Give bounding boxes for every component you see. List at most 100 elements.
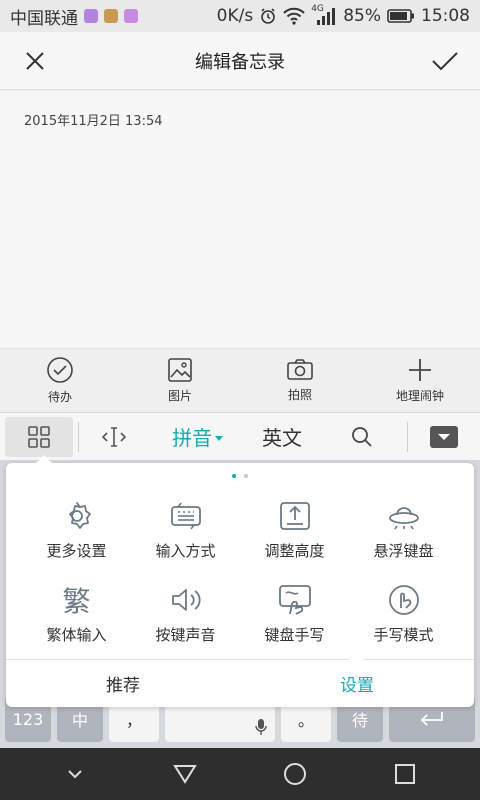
gear-icon (68, 501, 91, 529)
recents-square-icon (395, 764, 415, 784)
key-sound-label: 按键声音 (155, 625, 216, 644)
battery-percent: 85% (343, 6, 381, 26)
input-method-item[interactable]: 输入方式 (131, 493, 240, 565)
tab-recommended-label: 推荐 (106, 676, 140, 696)
memo-datetime: 2015年11月2日 13:54 (24, 114, 163, 129)
app-bar: 编辑备忘录 (0, 32, 480, 90)
battery-icon (387, 8, 415, 24)
search-icon (352, 426, 372, 447)
page-dot-active (232, 474, 236, 478)
camera-icon (287, 359, 313, 380)
tab-indicator (349, 652, 365, 660)
popup-tabs: 推荐 设置 (6, 652, 474, 707)
clock: 15:08 (421, 6, 470, 26)
adjust-height-label: 调整高度 (264, 541, 325, 560)
home-circle-icon (284, 763, 306, 785)
ime-toolbar: 拼音 英文 (0, 412, 480, 460)
notification-app-icon (104, 9, 118, 23)
english-label: 英文 (261, 426, 302, 450)
status-bar: 中国联通 0K/s 4G 85% 15:08 (0, 0, 480, 32)
close-button[interactable] (18, 44, 52, 78)
chinese-key-label: 中 (71, 711, 88, 730)
plus-icon (409, 359, 431, 381)
handwriting-mode-label: 手写模式 (373, 625, 434, 644)
enter-icon (420, 712, 443, 726)
page-title: 编辑备忘录 (195, 51, 285, 73)
microphone-icon (255, 719, 267, 735)
more-settings-label: 更多设置 (46, 541, 107, 560)
traditional-icon: 繁 (59, 582, 95, 618)
nav-recents-button[interactable] (385, 754, 425, 794)
height-adjust-icon (279, 501, 310, 530)
close-icon (26, 52, 44, 70)
ufo-icon (388, 506, 419, 529)
todo-button[interactable]: 待办 (0, 349, 120, 412)
adjust-height-item[interactable]: 调整高度 (240, 493, 349, 565)
ime-search-button[interactable] (317, 425, 407, 449)
traditional-input-label: 繁体输入 (46, 625, 107, 644)
handwriting-mode-item[interactable]: 手写模式 (349, 577, 458, 649)
wifi-icon (283, 7, 305, 25)
tab-settings[interactable]: 设置 (240, 652, 474, 707)
input-method-label: 输入方式 (155, 541, 216, 560)
image-label: 图片 (167, 389, 192, 403)
speaker-icon (171, 588, 201, 611)
keyboard-handwriting-item[interactable]: 键盘手写 (240, 577, 349, 649)
chevron-down-icon (68, 770, 82, 779)
dai-key-label: 待 (351, 711, 368, 730)
keyboard-handwriting-label: 键盘手写 (264, 625, 325, 644)
caret-down-icon (215, 435, 224, 441)
more-settings-item[interactable]: 更多设置 (22, 493, 131, 565)
cursor-icon (102, 426, 127, 447)
popup-caret (36, 455, 52, 463)
pinyin-mode-tab[interactable]: 拼音 (149, 422, 247, 451)
confirm-button[interactable] (428, 44, 462, 78)
alarm-icon (259, 7, 277, 25)
key-sound-item[interactable]: 按键声音 (131, 577, 240, 649)
period-key-label: 。 (297, 711, 314, 730)
floating-keyboard-label: 悬浮键盘 (373, 541, 434, 560)
network-speed: 0K/s (216, 6, 254, 26)
ime-menu-button[interactable] (5, 416, 74, 457)
memo-toolbar: 待办 图片 拍照 地理闹钟 (0, 348, 480, 412)
system-nav-bar (0, 748, 480, 800)
traditional-glyph: 繁 (62, 584, 91, 618)
camera-button[interactable]: 拍照 (240, 349, 360, 412)
back-triangle-icon (173, 765, 197, 784)
nav-home-button[interactable] (275, 754, 315, 794)
english-mode-tab[interactable]: 英文 (247, 422, 317, 451)
hide-keyboard-icon (429, 425, 458, 448)
camera-label: 拍照 (287, 388, 312, 402)
page-dot (244, 474, 248, 478)
image-icon (168, 358, 192, 382)
geo-alarm-label: 地理闹钟 (395, 389, 444, 403)
handwriting-mode-icon (388, 584, 419, 615)
page-indicator (6, 474, 474, 478)
carrier-name: 中国联通 (10, 8, 78, 29)
image-button[interactable]: 图片 (120, 349, 240, 412)
tab-recommended[interactable]: 推荐 (6, 660, 240, 707)
traditional-input-item[interactable]: 繁 繁体输入 (22, 577, 131, 649)
keyboard-handwriting-icon (278, 584, 311, 615)
ime-settings-popup: 更多设置 输入方式 调整高度 悬浮键盘 繁 繁体输入 按键声音 键盘手写 手写模 (6, 455, 474, 707)
memo-editor[interactable]: 2015年11月2日 13:54 (0, 91, 480, 348)
notification-app-icon (124, 9, 138, 23)
signal-icon: 4G (311, 4, 337, 26)
check-icon (432, 52, 458, 71)
nav-collapse-button[interactable] (55, 754, 95, 794)
geo-alarm-button[interactable]: 地理闹钟 (360, 349, 480, 412)
nav-back-button[interactable] (165, 754, 205, 794)
notification-app-icon (84, 9, 98, 23)
keyboard-switch-icon (170, 502, 201, 529)
numbers-key-label: 123 (12, 709, 44, 729)
tab-settings-label: 设置 (340, 676, 374, 696)
grid-icon (28, 425, 50, 448)
hide-keyboard-button[interactable] (408, 425, 480, 448)
floating-keyboard-item[interactable]: 悬浮键盘 (349, 493, 458, 565)
settings-grid: 更多设置 输入方式 调整高度 悬浮键盘 繁 繁体输入 按键声音 键盘手写 手写模 (22, 493, 458, 649)
check-circle-icon (47, 357, 73, 383)
pinyin-label: 拼音 (172, 426, 213, 450)
todo-label: 待办 (47, 390, 72, 404)
comma-key-label: ， (125, 711, 142, 730)
cursor-move-button[interactable] (79, 426, 149, 448)
